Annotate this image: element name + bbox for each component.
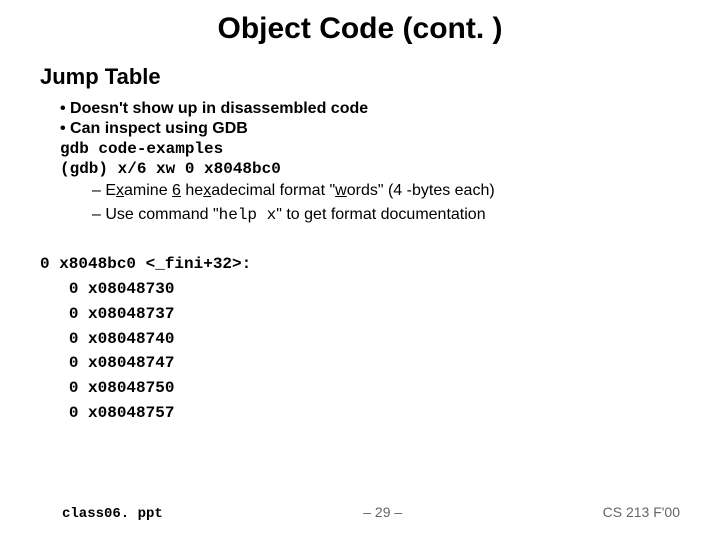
- text: 0 x08048757: [69, 404, 175, 422]
- hex-value: 0 x08048737: [40, 302, 680, 327]
- sub-bullet-item: Use command "help x" to get format docum…: [92, 204, 680, 227]
- text: he: [181, 182, 203, 199]
- bullet-item: Can inspect using GDB: [60, 120, 680, 138]
- footer-course: CS 213 F'00: [603, 504, 680, 520]
- underline-text: x: [203, 182, 211, 199]
- text: 0 x08048740: [69, 330, 175, 348]
- hex-header: 0 x8048bc0 <_fini+32>:: [40, 252, 680, 277]
- text: 0 x08048737: [69, 305, 175, 323]
- text: 0 x08048750: [69, 379, 175, 397]
- underline-text: w: [335, 182, 347, 199]
- text: ords" (4 -bytes each): [347, 182, 495, 199]
- bullet-list: Doesn't show up in disassembled code Can…: [60, 100, 680, 138]
- sub-bullet-item: Examine 6 hexadecimal format "words" (4 …: [92, 180, 680, 202]
- text: E: [105, 182, 116, 199]
- underline-text: 6: [172, 182, 181, 199]
- hex-value: 0 x08048747: [40, 351, 680, 376]
- text: Use command ": [105, 206, 218, 223]
- footer-page-number: – 29 –: [363, 504, 402, 520]
- text: " to get format documentation: [276, 206, 485, 223]
- slide: Object Code (cont. ) Jump Table Doesn't …: [0, 0, 720, 540]
- section-heading: Jump Table: [40, 64, 680, 90]
- text: amine: [124, 182, 172, 199]
- hex-value: 0 x08048730: [40, 277, 680, 302]
- footer: class06. ppt – 29 – CS 213 F'00: [0, 504, 720, 522]
- hex-value: 0 x08048750: [40, 376, 680, 401]
- text: 0 x08048747: [69, 354, 175, 372]
- hex-dump: 0 x8048bc0 <_fini+32>: 0 x08048730 0 x08…: [40, 252, 680, 426]
- code-line: (gdb) x/6 xw 0 x8048bc0: [60, 160, 680, 178]
- text: 0 x08048730: [69, 280, 175, 298]
- sub-bullet-list: Examine 6 hexadecimal format "words" (4 …: [92, 180, 680, 226]
- inline-code: help x: [219, 206, 277, 224]
- footer-filename: class06. ppt: [62, 506, 163, 522]
- code-line: gdb code-examples: [60, 140, 680, 158]
- hex-value: 0 x08048740: [40, 327, 680, 352]
- hex-value: 0 x08048757: [40, 401, 680, 426]
- slide-title: Object Code (cont. ): [40, 12, 680, 46]
- underline-text: x: [116, 182, 124, 199]
- text: adecimal format ": [211, 182, 335, 199]
- bullet-item: Doesn't show up in disassembled code: [60, 100, 680, 118]
